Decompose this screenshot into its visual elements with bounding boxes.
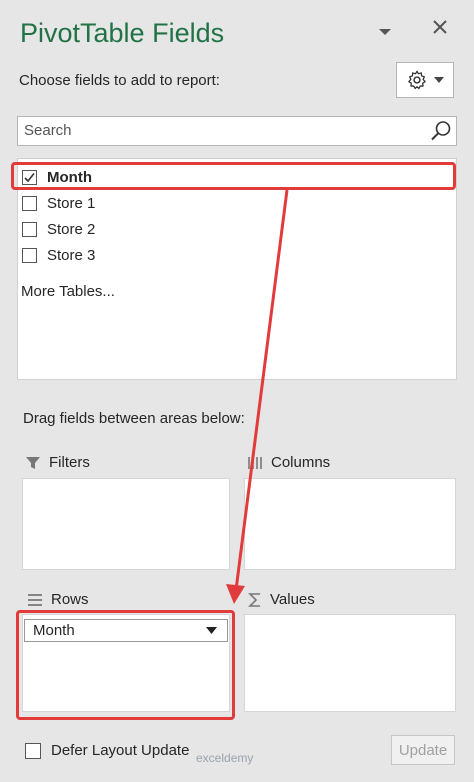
arrow-head-icon	[226, 584, 245, 604]
annotation-arrow	[226, 189, 289, 604]
